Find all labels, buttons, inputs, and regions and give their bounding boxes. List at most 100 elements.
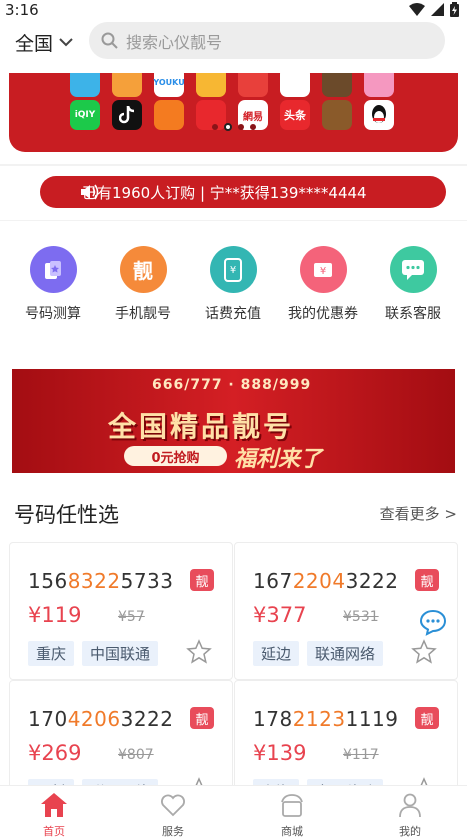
order-notice-bar[interactable]: 已有1960人订购 | 宁**获得139****4444 [40,176,446,208]
app-icon [238,73,268,97]
phone-number: 17042063222 [28,707,174,731]
nav-label: 首页 [43,825,65,837]
nav-home[interactable]: 首页 [24,792,84,837]
phone-recharge-icon: ¥ [209,246,257,293]
youku-icon: YOUKU [153,73,185,97]
speaker-icon [81,184,99,200]
carousel-dot[interactable] [250,124,256,130]
city-chip: 重庆 [28,641,75,666]
price: ¥377 [253,603,307,627]
original-price: ¥807 [118,747,154,763]
section-title: 号码任性选 [14,503,119,527]
number-grid: 15683225733 靓 ¥119 ¥57 重庆 中国联通 167220432… [0,540,467,818]
header: 全国 搜索心仪靓号 [0,20,467,78]
status-time: 3:16 [5,1,39,19]
banner-section: YOUKU iQIY 網易 头条 [0,73,467,164]
store-icon [281,794,303,817]
service-label: 联系客服 [385,306,441,322]
liang-tag: 靓 [190,569,214,591]
wifi-icon [409,3,425,16]
phone-number: 16722043222 [253,569,399,593]
liang-icon: 靓 [119,246,167,293]
price: ¥119 [28,603,82,627]
qq-icon [364,100,394,130]
phone-number: 15683225733 [28,569,174,593]
nav-label: 商城 [281,825,303,837]
nav-profile[interactable]: 我的 [380,792,440,837]
carrier-chip: 中国联通 [82,641,159,666]
app-icon [196,73,226,97]
city-chip: 延边 [253,641,300,666]
search-placeholder: 搜索心仪靓号 [126,32,223,52]
nav-label: 我的 [399,825,421,837]
app-banner-carousel[interactable]: YOUKU iQIY 網易 头条 [9,73,458,152]
carousel-dot[interactable] [212,124,218,130]
service-label: 话费充值 [205,306,261,322]
app-row-1: YOUKU [70,73,394,97]
game-icon [322,100,352,130]
price: ¥269 [28,741,82,765]
service-recharge[interactable]: ¥ 话费充值 [188,246,278,323]
carousel-dot[interactable] [238,124,244,130]
region-label: 全国 [15,33,54,55]
service-customer-support[interactable]: 联系客服 [368,246,458,323]
liang-tag: 靓 [415,707,439,729]
chevron-down-icon [59,38,73,47]
card-icon [29,246,77,293]
douyin-icon [112,100,142,130]
carrier-chip: 联通网络 [307,641,384,666]
see-more-link[interactable]: 查看更多 > [380,503,457,524]
status-icons [409,2,459,17]
promo-banner[interactable]: 666/777 · 888/999 全国精品靓号 0元抢购 福利来了 [12,369,455,473]
region-selector[interactable]: 全国 [15,29,73,56]
promo-top-text: 666/777 · 888/999 [152,377,312,393]
toutiao-icon: 头条 [280,100,310,130]
nav-label: 服务 [162,825,184,837]
service-label: 号码测算 [25,306,81,322]
service-label: 手机靓号 [115,306,171,322]
carousel-dots [212,123,256,131]
phone-number: 17821231119 [253,707,399,731]
signal-icon [431,3,444,16]
numbers-section-header: 号码任性选 查看更多 > [0,484,467,540]
service-coupons[interactable]: ¥ 我的优惠券 [278,246,368,323]
number-card[interactable]: 15683225733 靓 ¥119 ¥57 重庆 中国联通 [9,542,233,680]
user-icon [399,793,421,818]
floating-chat-icon[interactable] [419,608,447,636]
search-bar[interactable]: 搜索心仪靓号 [89,22,445,59]
chat-icon [389,246,437,293]
service-number-calc[interactable]: 号码测算 [8,246,98,323]
number-tags: 延边 联通网络 [253,641,384,666]
promo-grab-button[interactable]: 0元抢购 [124,446,227,466]
weibo-icon [280,73,310,97]
service-label: 我的优惠券 [288,306,358,322]
original-price: ¥57 [118,609,145,625]
service-phone-liang[interactable]: 靓 手机靓号 [98,246,188,323]
bottom-nav: 首页 服务 商城 我的 [0,785,467,837]
services-section: 号码测算 靓 手机靓号 ¥ 话费充值 ¥ 我的优惠券 联系客服 [0,221,467,354]
heart-icon [161,794,185,817]
star-icon[interactable] [186,639,212,665]
star-icon[interactable] [411,639,437,665]
original-price: ¥531 [343,609,379,625]
liang-tag: 靓 [415,569,439,591]
svg-text:¥: ¥ [320,266,326,277]
game-icon [322,73,352,97]
search-icon [101,32,118,49]
kuaishou-icon [154,100,184,130]
original-price: ¥117 [343,747,379,763]
svg-text:¥: ¥ [230,265,236,276]
status-bar: 3:16 [0,0,467,20]
nav-store[interactable]: 商城 [262,792,322,837]
price: ¥139 [253,741,307,765]
number-tags: 重庆 中国联通 [28,641,159,666]
promo-title: 全国精品靓号 [108,410,295,443]
nav-service[interactable]: 服务 [143,792,203,837]
promo-section: 666/777 · 888/999 全国精品靓号 0元抢购 福利来了 [0,354,467,484]
app-icon [364,73,394,97]
promo-subtitle: 福利来了 [234,447,323,472]
carousel-dot-active[interactable] [224,123,232,131]
app-icon [112,73,142,97]
iqiyi-icon: iQIY [70,100,100,130]
notice-text: 已有1960人订购 | 宁**获得139****4444 [82,183,367,202]
